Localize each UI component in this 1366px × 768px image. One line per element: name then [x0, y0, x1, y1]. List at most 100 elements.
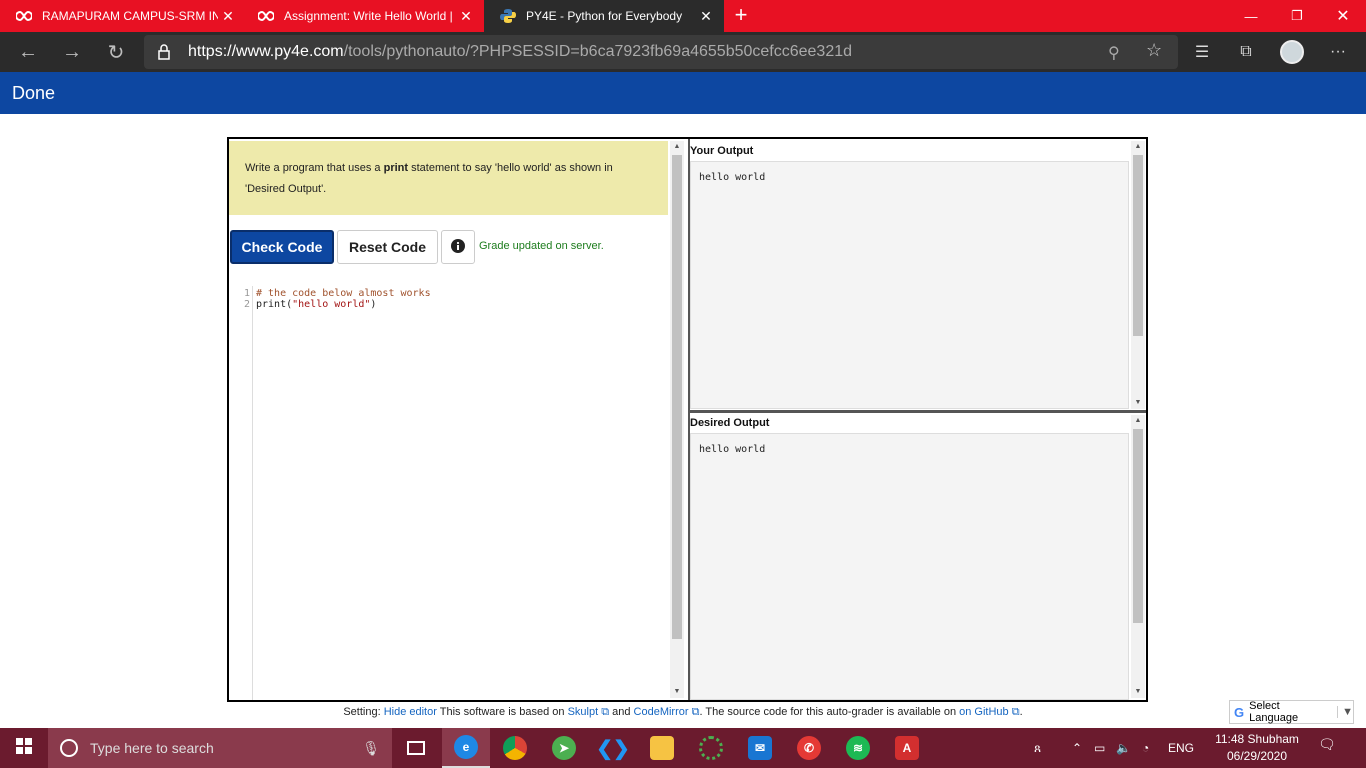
- windows-taskbar: Type here to search 🎙 e ➤ ❮❯ ✉ ✆ ≋ A ጸ ⌃…: [0, 728, 1366, 768]
- start-button[interactable]: [0, 728, 48, 768]
- code-fn: print(: [256, 299, 293, 310]
- your-output-scrollbar[interactable]: ▲ ▼: [1131, 141, 1145, 409]
- telegram-icon[interactable]: ➤: [540, 728, 588, 768]
- your-output-box: hello world: [690, 161, 1129, 409]
- python-icon: [500, 8, 516, 24]
- check-code-button[interactable]: Check Code: [230, 230, 334, 264]
- close-icon[interactable]: ✕: [456, 8, 476, 25]
- chevron-down-icon: ▼: [1337, 706, 1353, 718]
- scroll-up-icon[interactable]: ▲: [1131, 415, 1145, 427]
- page-header: Done: [0, 72, 1366, 114]
- back-icon[interactable]: ←: [12, 36, 44, 68]
- cortana-icon: [60, 739, 78, 757]
- restore-icon[interactable]: ❐: [1274, 0, 1320, 32]
- grade-status: Grade updated on server.: [479, 240, 604, 252]
- close-icon[interactable]: ✕: [218, 8, 238, 25]
- more-options-icon[interactable]: ···: [1322, 36, 1354, 68]
- code-line-2: print("hello world"): [256, 299, 376, 310]
- scroll-down-icon[interactable]: ▼: [1131, 686, 1145, 698]
- autograder-panel: Write a program that uses a print statem…: [227, 137, 1148, 702]
- refresh-icon[interactable]: ↻: [100, 36, 132, 68]
- tab-assignment[interactable]: Assignment: Write Hello World | ✕: [242, 0, 484, 32]
- favorite-star-icon[interactable]: ☆: [1146, 40, 1162, 61]
- line-number: 1: [243, 288, 250, 299]
- favorites-icon[interactable]: ☰: [1186, 36, 1218, 68]
- task-view-icon[interactable]: [392, 728, 440, 768]
- scroll-thumb[interactable]: [1133, 155, 1143, 336]
- footer-text: Setting: Hide editor This software is ba…: [0, 706, 1366, 719]
- your-output-text: hello world: [699, 172, 766, 183]
- mail-app-icon[interactable]: ✉: [736, 728, 784, 768]
- microphone-icon[interactable]: 🎙: [362, 740, 380, 757]
- loading-app-icon[interactable]: [687, 728, 735, 768]
- people-icon[interactable]: ጸ: [1034, 728, 1041, 768]
- minimize-icon[interactable]: —: [1228, 0, 1274, 32]
- output-pane: Your Output hello world ▲ ▼ Desired Outp…: [690, 139, 1146, 700]
- desired-output-scrollbar[interactable]: ▲ ▼: [1131, 415, 1145, 698]
- line-number: 2: [243, 299, 250, 310]
- zoom-icon[interactable]: ⚲: [1108, 43, 1120, 63]
- scroll-up-icon[interactable]: ▲: [1131, 141, 1145, 153]
- close-icon[interactable]: ✕: [696, 8, 716, 25]
- clock-time: 11:48 Shubham: [1215, 732, 1299, 746]
- external-link-icon: ⧉: [1008, 706, 1020, 718]
- page-title: Done: [12, 83, 56, 103]
- spotify-icon[interactable]: ≋: [834, 728, 882, 768]
- address-bar[interactable]: https://www.py4e.com/tools/pythonauto/?P…: [144, 35, 1178, 69]
- reset-code-button[interactable]: Reset Code: [337, 230, 438, 264]
- infinity-icon: [258, 8, 274, 24]
- forward-icon[interactable]: →: [56, 36, 88, 68]
- url-text: https://www.py4e.com/tools/pythonauto/?P…: [188, 43, 852, 61]
- output-splitter[interactable]: [690, 410, 1146, 413]
- tab-ramapuram[interactable]: RAMAPURAM CAMPUS-SRM INS ✕: [0, 0, 246, 32]
- code-line-1: # the code below almost works: [256, 288, 431, 299]
- chevron-up-icon[interactable]: ⌃: [1072, 728, 1082, 768]
- scroll-thumb[interactable]: [1133, 429, 1143, 623]
- window-close-icon[interactable]: ✕: [1320, 0, 1366, 32]
- tab-title: PY4E - Python for Everybody: [526, 9, 683, 23]
- edge-icon[interactable]: e: [442, 728, 490, 768]
- whatsapp-icon[interactable]: ✆: [785, 728, 833, 768]
- chrome-icon[interactable]: [491, 728, 539, 768]
- code-editor[interactable]: 1 2 # the code below almost works print(…: [229, 286, 670, 700]
- language-select[interactable]: G Select Language ▼: [1229, 700, 1354, 724]
- taskbar-search[interactable]: Type here to search 🎙: [48, 728, 392, 768]
- external-link-icon: ⧉: [598, 706, 610, 718]
- language-indicator[interactable]: ENG: [1168, 728, 1194, 768]
- acrobat-icon[interactable]: A: [883, 728, 931, 768]
- collections-icon[interactable]: ⧉: [1230, 36, 1262, 68]
- scroll-up-icon[interactable]: ▲: [670, 141, 684, 153]
- editor-scrollbar[interactable]: ▲ ▼: [670, 141, 684, 698]
- instructions-pre: Write a program that uses a: [245, 162, 384, 174]
- wifi-icon[interactable]: ◔: [1142, 728, 1149, 768]
- notification-icon[interactable]: 🗨: [1318, 736, 1342, 760]
- info-icon: [451, 238, 465, 256]
- avatar[interactable]: [1280, 40, 1304, 64]
- vscode-icon[interactable]: ❮❯: [589, 728, 637, 768]
- desired-output-title: Desired Output: [690, 417, 770, 429]
- file-explorer-icon[interactable]: [638, 728, 686, 768]
- github-link[interactable]: on GitHub: [959, 706, 1009, 718]
- volume-icon[interactable]: 🔈: [1116, 728, 1131, 768]
- code-string: "hello world": [292, 299, 371, 310]
- codemirror-link[interactable]: CodeMirror: [634, 706, 689, 718]
- instructions-bold: print: [383, 162, 409, 174]
- scroll-down-icon[interactable]: ▼: [670, 686, 684, 698]
- clock-date: 06/29/2020: [1226, 749, 1288, 763]
- external-link-icon: ⧉: [688, 706, 700, 718]
- skulpt-link[interactable]: Skulpt: [568, 706, 599, 718]
- tab-py4e[interactable]: PY4E - Python for Everybody ✕: [484, 0, 724, 32]
- desired-output-box: hello world: [690, 433, 1129, 700]
- line-gutter: 1 2: [229, 286, 253, 700]
- google-icon: G: [1234, 704, 1245, 720]
- battery-icon[interactable]: ▭: [1094, 728, 1105, 768]
- info-button[interactable]: [441, 230, 475, 264]
- hide-editor-link[interactable]: Hide editor: [384, 706, 437, 718]
- browser-tab-strip: RAMAPURAM CAMPUS-SRM INS ✕ Assignment: W…: [0, 0, 1366, 32]
- new-tab-button[interactable]: +: [729, 4, 753, 28]
- editor-pane: Write a program that uses a print statem…: [229, 139, 684, 700]
- language-select-label: Select Language: [1249, 700, 1299, 724]
- scroll-down-icon[interactable]: ▼: [1131, 397, 1145, 409]
- scroll-thumb[interactable]: [672, 155, 682, 639]
- clock[interactable]: 11:48 Shubham 06/29/2020: [1212, 731, 1302, 765]
